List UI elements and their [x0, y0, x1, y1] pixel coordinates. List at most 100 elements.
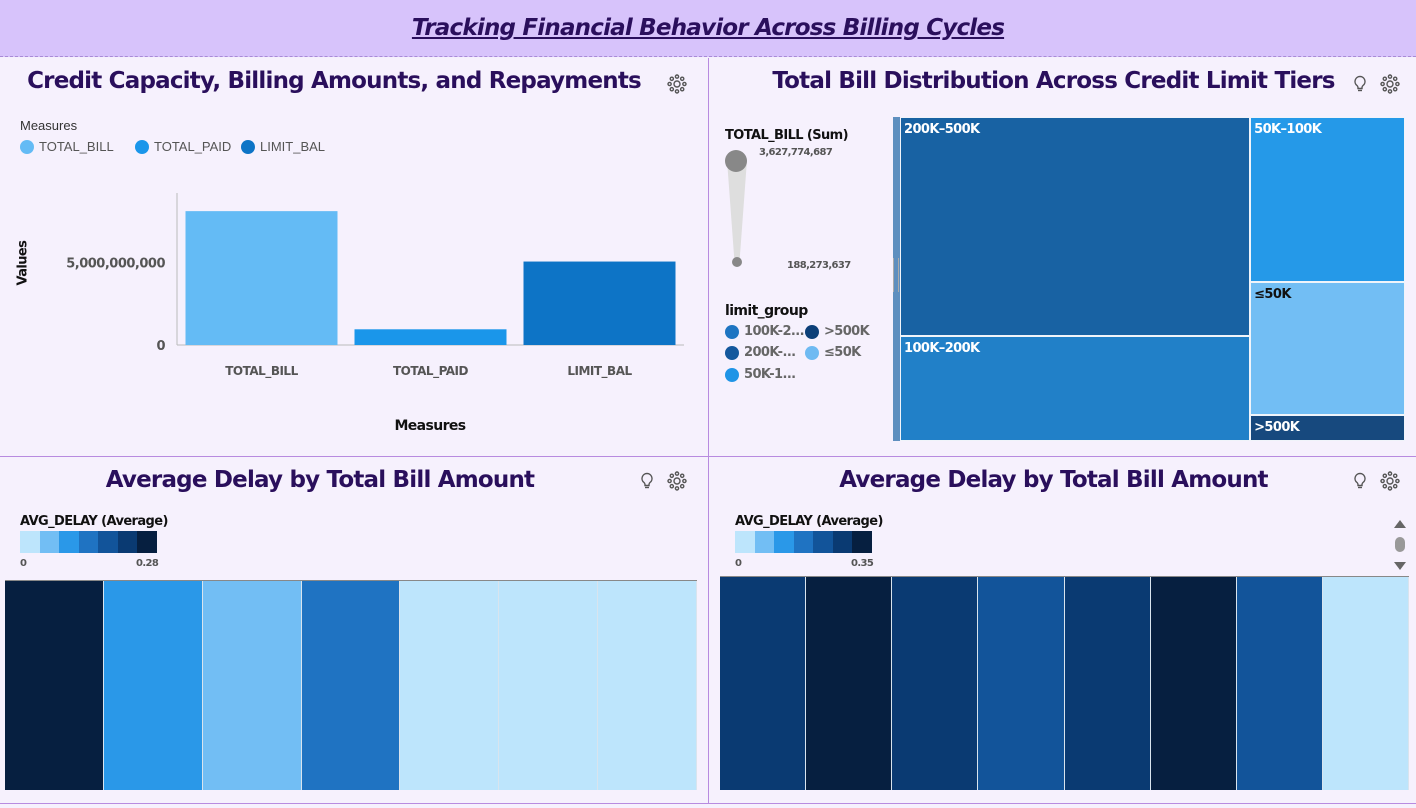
x-tick-label: TOTAL_PAID — [393, 364, 469, 379]
treemap-tile-label: 100K–200K — [904, 340, 980, 356]
panel-title: Average Delay by Total Bill Amount — [105, 467, 535, 493]
heat-legend-max: 0.28 — [136, 558, 159, 569]
avg-delay-panel-right: Average Delay by Total Bill Amount AVG_D… — [709, 457, 1416, 803]
heat-legend-title: AVG_DELAY (Average) — [735, 514, 883, 529]
limit-group-legend-item[interactable]: ≤50K — [805, 345, 861, 360]
settings-icon[interactable] — [1380, 74, 1400, 94]
credit-capacity-panel: Credit Capacity, Billing Amounts, and Re… — [0, 58, 709, 457]
dashboard-title: Tracking Financial Behavior Across Billi… — [411, 15, 1005, 41]
heat-legend-swatch — [832, 531, 853, 553]
bar-total-paid[interactable] — [354, 329, 507, 345]
heatmap-cell[interactable] — [1064, 577, 1151, 790]
treemap-tile-label: 50K–100K — [1254, 122, 1322, 137]
heatmap-cell[interactable] — [1150, 577, 1237, 790]
heatmap-cell[interactable] — [806, 577, 893, 790]
lightbulb-icon[interactable] — [1350, 471, 1370, 491]
treemap-tile[interactable]: >500K — [1250, 415, 1405, 441]
heat-legend-swatch — [813, 531, 834, 553]
scroll-thumb[interactable] — [1395, 537, 1405, 552]
treemap-tile[interactable]: 50K–100K — [1250, 117, 1405, 282]
limit-group-legend-item[interactable]: 50K-1... — [725, 367, 796, 382]
heat-legend-swatch — [39, 531, 60, 553]
legend-label: ≤50K — [824, 345, 861, 360]
panel-title: Total Bill Distribution Across Credit Li… — [772, 68, 1335, 94]
treemap-tile-label: >500K — [1254, 420, 1300, 436]
heat-legend-title: AVG_DELAY (Average) — [20, 514, 168, 529]
heatmap-cell[interactable] — [720, 577, 807, 790]
x-axis-label: Measures — [394, 418, 466, 434]
heatmap-cell[interactable] — [1322, 577, 1409, 790]
heat-legend-min: 0 — [20, 558, 27, 569]
heat-legend-min: 0 — [735, 558, 742, 569]
legend-label: 200K-... — [744, 345, 796, 360]
settings-icon[interactable] — [1380, 471, 1400, 491]
treemap-tile[interactable]: 200K–500K — [900, 117, 1251, 336]
heatmap-right — [720, 576, 1409, 791]
lightbulb-icon[interactable] — [637, 471, 657, 491]
legend-scrollbar[interactable] — [1391, 515, 1409, 575]
bar-total-bill[interactable] — [185, 211, 338, 345]
heatmap-cell[interactable] — [400, 581, 500, 790]
x-tick-label: TOTAL_BILL — [225, 364, 298, 379]
lightbulb-icon[interactable] — [1350, 74, 1370, 94]
legend-swatch — [805, 345, 819, 360]
heatmap-cell[interactable] — [202, 581, 302, 790]
heat-legend-max: 0.35 — [851, 558, 874, 569]
heat-legend-swatch — [774, 531, 795, 553]
heat-legend-swatch — [754, 531, 775, 553]
heatmap-cell[interactable] — [978, 577, 1065, 790]
heat-legend-swatch — [793, 531, 814, 553]
legend-swatch — [725, 324, 739, 339]
y-tick-label: 0 — [156, 339, 165, 354]
heat-legend-swatch — [78, 531, 99, 553]
heatmap-cell[interactable] — [598, 581, 697, 790]
heatmap-cell[interactable] — [1236, 577, 1323, 790]
legend-swatch — [725, 345, 739, 360]
y-tick-label: 5,000,000,000 — [66, 256, 165, 271]
heatmap-cell[interactable] — [301, 581, 401, 790]
heatmap-cell[interactable] — [103, 581, 203, 790]
bar-chart: 5,000,000,000 0 TOTAL_BILL TOTAL_PAID LIMIT_… — [66, 193, 684, 379]
heat-legend-swatches — [735, 531, 873, 553]
legend-label: 50K-1... — [744, 367, 796, 382]
heat-legend-swatch — [852, 531, 873, 553]
panel-title: Average Delay by Total Bill Amount — [839, 467, 1268, 493]
bar-limit-bal[interactable] — [523, 261, 676, 345]
treemap-tile-label: 200K–500K — [904, 122, 980, 137]
heat-legend-swatches — [20, 531, 158, 553]
legend-swatch — [725, 367, 739, 382]
bottom-divider — [0, 803, 1416, 808]
treemap-drag-handle[interactable] — [893, 258, 899, 292]
size-legend-title: TOTAL_BILL (Sum) — [725, 128, 849, 143]
size-legend-max: 3,627,774,687 — [759, 147, 833, 158]
heatmap-cell[interactable] — [499, 581, 599, 790]
limit-group-legend-item[interactable]: 200K-... — [725, 345, 796, 360]
scroll-down-icon[interactable] — [1394, 562, 1406, 570]
legend-swatch — [805, 324, 819, 339]
treemap-tile[interactable]: 100K–200K — [900, 335, 1251, 441]
dashboard: Tracking Financial Behavior Across Billi… — [0, 0, 1416, 808]
treemap: 200K–500K 100K–200K 50K–100K ≤50K >500K — [893, 117, 1405, 441]
legend-label: 100K-2... — [744, 324, 805, 339]
size-legend-shape — [725, 150, 747, 267]
treemap-panel: Total Bill Distribution Across Credit Li… — [709, 58, 1416, 457]
heat-legend-swatch — [735, 531, 756, 553]
heat-legend-swatch — [137, 531, 158, 553]
limit-group-legend-item[interactable]: 100K-2... — [725, 324, 805, 339]
treemap-tile-label: ≤50K — [1254, 286, 1291, 302]
heat-legend-swatch — [59, 531, 80, 553]
settings-icon[interactable] — [667, 471, 687, 491]
avg-delay-panel-left: Average Delay by Total Bill Amount AVG_D… — [0, 457, 709, 803]
limit-group-legend-item[interactable]: >500K — [805, 324, 870, 339]
heat-legend-swatch — [98, 531, 119, 553]
x-tick-label: LIMIT_BAL — [567, 364, 632, 379]
dashboard-banner: Tracking Financial Behavior Across Billi… — [0, 0, 1416, 57]
treemap-tile[interactable]: ≤50K — [1250, 281, 1405, 416]
y-axis-label: Values — [15, 240, 31, 286]
heatmap-cell[interactable] — [892, 577, 979, 790]
legend-label: >500K — [824, 324, 870, 339]
heatmap-cell[interactable] — [5, 581, 104, 790]
size-legend-min: 188,273,637 — [787, 260, 851, 271]
group-legend-title: limit_group — [725, 303, 808, 319]
scroll-up-icon[interactable] — [1394, 520, 1406, 528]
